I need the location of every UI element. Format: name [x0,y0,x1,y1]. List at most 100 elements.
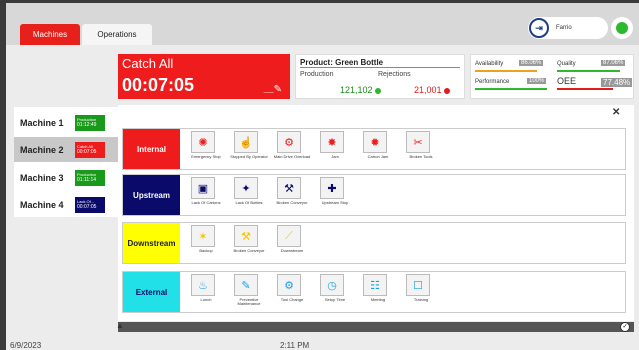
edit-icon[interactable]: ＿✎ [264,80,282,95]
reason-button[interactable]: ✦ Lack Of Bottles [232,175,268,215]
category-header[interactable]: External [123,272,180,312]
machine-state-badge: Catch All 00:07:05 [75,141,105,158]
production-label: Production [300,71,334,78]
reason-button[interactable]: ✸ Jam [318,129,354,169]
machine-state-badge: Production 01:11:14 [75,169,105,186]
machine-row-2[interactable]: Machine 2 Catch All 00:07:05 [14,137,118,162]
status-dot-icon [616,22,628,34]
rejections-icon [443,87,450,94]
state-title: Catch All [122,56,174,71]
operator-icon: ☝ [234,131,258,153]
product-title: Product: Green Bottle [300,58,384,67]
kpi-label: Availability [475,61,504,67]
footer-date: 6/9/2023 [10,341,42,350]
reason-button[interactable]: ✎ Preventive Maintenance [232,272,268,312]
tool-change-icon: ⚙ [277,274,301,296]
machine-state-badge: Production 01:12:49 [75,114,105,131]
maintenance-icon: ✎ [234,274,258,296]
kpi-label: OEE [557,76,577,86]
machine-name: Machine 2 [20,144,64,155]
category-header[interactable]: Internal [123,129,180,169]
reason-label: Setup Time [324,297,346,302]
upstream-stop-icon: ✚ [320,177,344,199]
footer-time: 2:11 PM [280,341,310,350]
divider [300,67,460,68]
training-icon: ☐ [406,274,430,296]
kpi-bar [475,88,547,90]
category-downstream: Downstream ✶ Backup ⚒ Broken Conveyor ⟋ Downst… [122,222,626,264]
category-internal: Internal ✺ Emergency Stop ☝ Stopped By Opera… [122,128,626,170]
reason-button[interactable]: ⚒ Broken Conveyor [275,175,311,215]
reason-button[interactable]: ☷ Meeting [361,272,397,312]
reason-label: Broken Conveyor [233,248,265,253]
category-header[interactable]: Downstream [123,223,180,263]
reason-label: Preventive Maintenance [237,297,261,306]
production-up-icon [374,87,381,94]
reason-button[interactable]: ☐ Training [404,272,440,312]
tab-operations[interactable]: Operations [82,24,152,45]
current-state-card[interactable]: Catch All 00:07:05 ＿✎ [118,54,290,99]
downstream-icon: ⟋ [277,225,301,247]
clock-icon: ◷ [320,274,344,296]
reason-label: Upstream Stop [321,200,349,205]
reason-button[interactable]: ☝ Stopped By Operator [230,129,268,169]
reason-button[interactable]: ✺ Emergency Stop [189,129,225,169]
reason-button[interactable]: ⚙ Tool Change [275,272,311,312]
machine-state-badge: Lack Of... 00:07:05 [75,196,105,213]
kpi-bar [475,70,537,72]
gear-overload-icon: ⚙ [277,131,301,153]
reason-label: Downstream [280,248,304,253]
reason-label: Backup [199,248,213,253]
reason-button[interactable]: ⚒ Broken Conveyor [232,223,268,263]
machine-row-4[interactable]: Machine 4 Lack Of... 00:07:05 [14,192,118,217]
reason-label: Training [413,297,429,302]
reason-button[interactable]: ⟋ Downstream [275,223,311,263]
kpi-value: 77.48% [601,78,633,87]
kpi-label: Performance [475,79,510,85]
reason-label: Broken Conveyor [276,200,308,205]
reason-label: Tool Change [280,297,304,302]
machine-row-3[interactable]: Machine 3 Production 01:11:14 [14,165,118,190]
close-icon[interactable]: ✕ [612,107,620,118]
reason-button[interactable]: ✶ Backup [189,223,225,263]
bottle-icon: ✦ [234,177,258,199]
product-card: Product: Green Bottle Production Rejecti… [295,54,465,99]
jam-icon: ✸ [320,131,344,153]
reason-button[interactable]: ⚙ Main Drive Overload [274,129,311,169]
reason-label: Meeting [370,297,386,302]
category-external: External ♨ Lunch ✎ Preventive Maintenance ⚙ To… [122,271,626,313]
person-icon: ▲ [116,321,124,330]
kpi-value: 100% [527,78,547,84]
reason-button[interactable]: ♨ Lunch [189,272,225,312]
reason-label: Lack Of Bottles [235,200,263,205]
reason-button[interactable]: ✚ Upstream Stop [318,175,354,215]
category-upstream: Upstream ▣ Lack Of Cartons ✦ Lack Of Bottles… [122,174,626,216]
carton-jam-icon: ✹ [363,131,387,153]
check-icon[interactable]: ✓ [620,322,630,332]
alert-light-icon: ✺ [191,131,215,153]
progress-bar [118,322,634,332]
machine-row-1[interactable]: Machine 1 Production 01:12:49 [14,110,118,135]
reason-button[interactable]: ✹ Carton Jam [361,129,397,169]
tab-machines[interactable]: Machines [20,24,80,45]
machine-name: Machine 1 [20,117,64,128]
reason-label: Stopped By Operator [230,154,268,159]
reason-button[interactable]: ▣ Lack Of Cartons [189,175,225,215]
category-header[interactable]: Upstream [123,175,180,215]
user-icon: ⇥ [529,18,549,38]
user-name: Farrio [556,25,572,31]
conveyor-icon: ⚒ [277,177,301,199]
reason-button[interactable]: ◷ Setup Time [318,272,354,312]
footer: 6/9/2023 2:11 PM [0,340,639,350]
reason-label: Emergency Stop [191,154,221,159]
kpi-bar [557,88,613,90]
reason-label: Jam [331,154,339,159]
meeting-icon: ☷ [363,274,387,296]
kpi-card: Availability 86.06% Quality 87.06% Perfo… [470,54,634,99]
machine-list: Machine 1 Production 01:12:49 Machine 2 C… [14,107,118,217]
reason-button[interactable]: ✂ Broken Tools [404,129,440,169]
production-value: 121,102 [340,85,381,95]
reason-label: Carton Jam [367,154,389,159]
machine-name: Machine 4 [20,199,64,210]
kpi-value: 87.06% [601,60,626,66]
